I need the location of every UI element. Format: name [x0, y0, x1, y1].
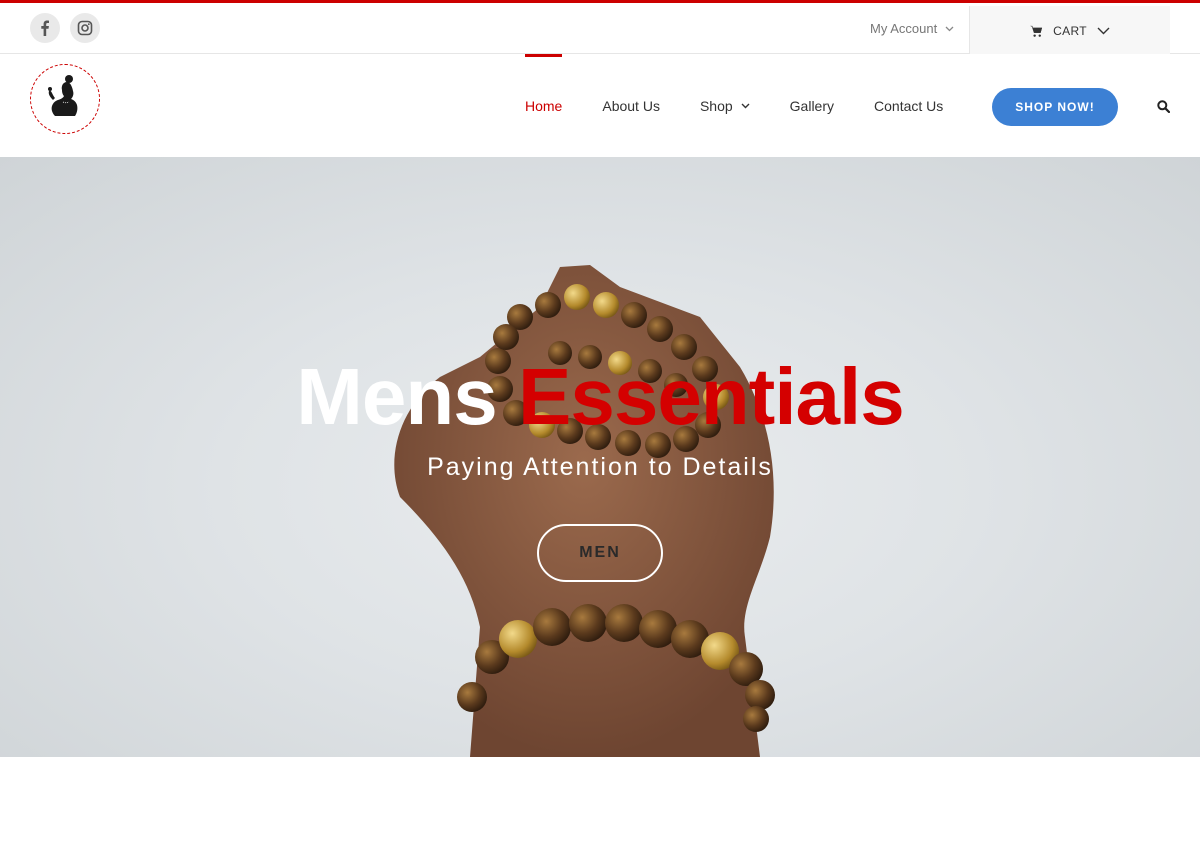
nav-item-contact-us[interactable]: Contact Us [874, 54, 943, 157]
nav-item-home[interactable]: Home [525, 54, 563, 157]
main-header: Home About Us Shop Gallery Contact Us SH… [0, 54, 1200, 157]
chevron-down-icon [945, 26, 954, 32]
nav-item-label: Contact Us [874, 97, 944, 114]
chevron-down-icon [1097, 27, 1110, 35]
cart-icon [1030, 25, 1043, 37]
nav-item-shop[interactable]: Shop [700, 54, 750, 157]
hero-title-part2: Essentials [517, 352, 905, 441]
my-account-label: My Account [870, 21, 938, 36]
hero-title: Mens Essentials [0, 352, 1200, 442]
facebook-icon [41, 20, 49, 36]
shop-now-button[interactable]: SHOP NOW! [992, 88, 1118, 126]
nav-item-label: About Us [602, 97, 660, 114]
men-button[interactable]: MEN [537, 524, 663, 582]
hero-subtitle: Paying Attention to Details [427, 453, 773, 481]
nav-item-label: Gallery [789, 97, 835, 114]
site-logo[interactable] [30, 64, 100, 134]
hero-title-part1: Mens [296, 352, 497, 441]
hero-banner: Mens Essentials Paying Attention to Deta… [0, 157, 1200, 757]
nav-item-label: Shop [699, 97, 733, 114]
woman-silhouette-logo [48, 75, 78, 116]
nav-item-about-us[interactable]: About Us [602, 54, 660, 157]
nav-item-gallery[interactable]: Gallery [790, 54, 834, 157]
my-account-menu[interactable]: My Account [870, 21, 954, 36]
cart-button[interactable]: CART [969, 6, 1170, 56]
social-links [30, 13, 100, 43]
search-icon[interactable] [1157, 100, 1170, 113]
top-bar: My Account CART [0, 0, 1200, 56]
instagram-button[interactable] [70, 13, 100, 43]
nav-item-label: Home [525, 97, 563, 114]
instagram-icon [77, 20, 93, 36]
cart-label: CART [1053, 24, 1087, 38]
chevron-down-icon [741, 103, 750, 108]
facebook-button[interactable] [30, 13, 60, 43]
main-navigation: Home About Us Shop Gallery Contact Us [525, 54, 983, 157]
